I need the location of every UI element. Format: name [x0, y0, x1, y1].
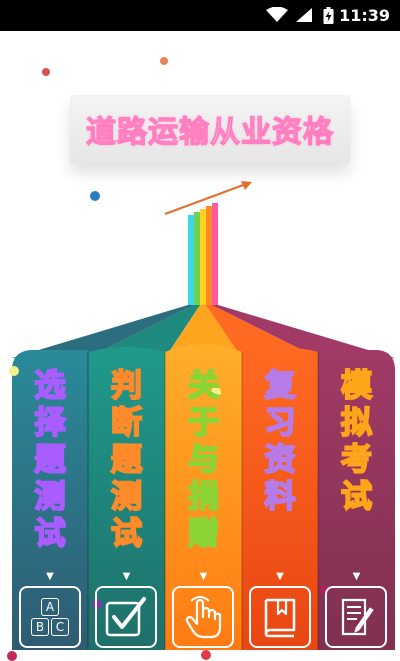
menu-label-mock-exam: 模拟考试 [340, 367, 373, 516]
book-icon [264, 598, 296, 638]
review-material-button[interactable] [249, 586, 311, 648]
menu-column-judge-test[interactable]: 判断题测试 ▼ [88, 345, 165, 656]
menu-column-review-material[interactable]: 复习资料 ▼ [242, 345, 318, 656]
choice-test-button[interactable]: A B C [19, 586, 81, 648]
menu-label-choice-test: 选择题测试 [34, 367, 67, 553]
checkbox-icon [105, 597, 146, 637]
title-banner: 道路运输从业资格 [70, 95, 350, 163]
triangle-down-icon: ▼ [122, 571, 131, 582]
exam-paper-icon [341, 598, 374, 636]
menu-label-review-material: 复习资料 [264, 367, 297, 516]
triangle-down-icon: ▼ [46, 571, 54, 582]
mock-exam-button[interactable] [325, 586, 387, 648]
menu-column-mock-exam[interactable]: 模拟考试 ▼ [318, 345, 395, 656]
menu-column-choice-test[interactable]: 选择题测试 ▼ A B C [12, 345, 88, 656]
menu-label-about-donate: 关于与捐赠 [187, 367, 220, 553]
app-title: 道路运输从业资格 [85, 114, 334, 150]
menu-column-about-donate[interactable]: 关于与捐赠 ▼ [165, 345, 242, 656]
menu-label-judge-test: 判断题测试 [110, 367, 143, 553]
about-donate-button[interactable] [172, 586, 234, 648]
triangle-down-icon: ▼ [276, 571, 284, 582]
hand-pointer-icon [185, 596, 222, 639]
abc-icon: A B C [31, 598, 69, 636]
triangle-down-icon: ▼ [352, 571, 361, 582]
judge-test-button[interactable] [95, 586, 157, 648]
triangle-down-icon: ▼ [199, 571, 208, 582]
